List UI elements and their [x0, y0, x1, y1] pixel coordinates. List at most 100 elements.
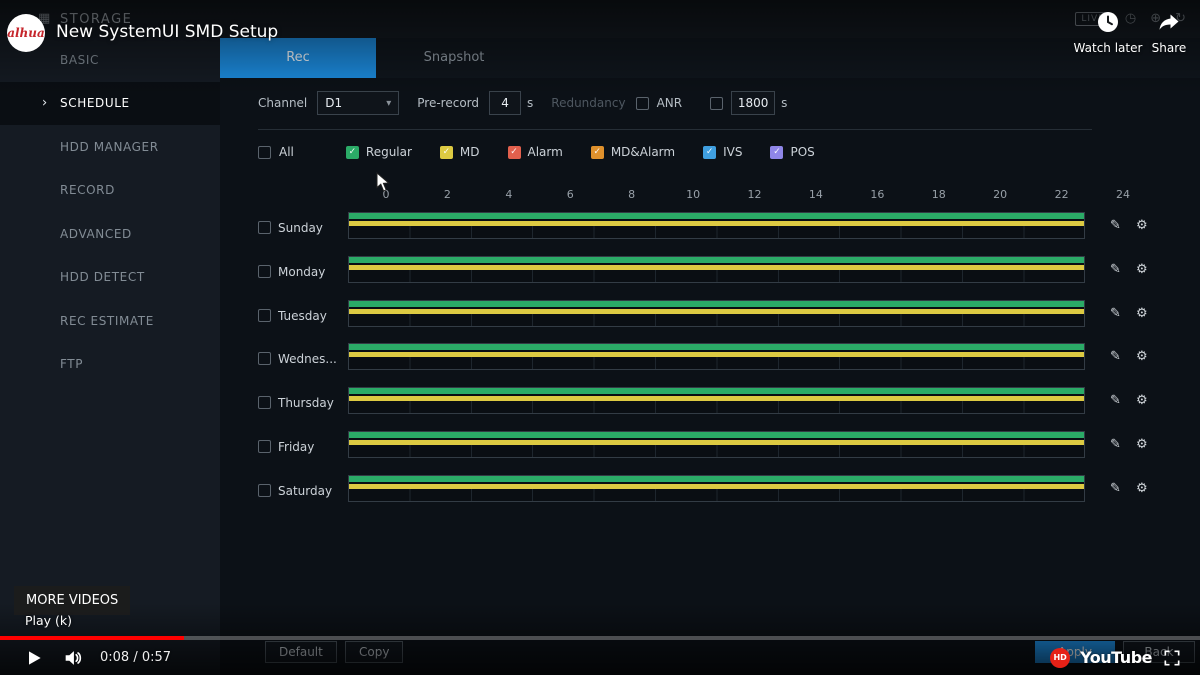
watch-later-button[interactable]: Watch later: [1073, 10, 1143, 55]
schedule-row-saturday: Saturday ✎ ⚙: [220, 469, 1200, 513]
hour-tick: 2: [444, 188, 451, 201]
sidebar-item-record[interactable]: RECORD: [0, 169, 220, 213]
settings-icon[interactable]: ⚙: [1136, 437, 1148, 452]
day-checkbox[interactable]: [258, 440, 271, 453]
controls-row: Channel D1 ▾ Pre-record s Redundancy ANR…: [258, 90, 805, 116]
day-checkbox[interactable]: [258, 352, 271, 365]
schedule-bar[interactable]: [348, 256, 1085, 283]
legend-item-alarm[interactable]: ✓Alarm: [508, 145, 563, 159]
legend-item-regular[interactable]: ✓ Regular: [346, 145, 412, 159]
alarm-checkbox[interactable]: ✓: [508, 146, 521, 159]
ivs-checkbox[interactable]: ✓: [703, 146, 716, 159]
sidebar-item-label: FTP: [60, 357, 83, 371]
all-checkbox[interactable]: [258, 146, 271, 159]
edit-icon[interactable]: ✎: [1110, 481, 1121, 496]
redundancy-label: Redundancy: [551, 96, 625, 110]
settings-icon[interactable]: ⚙: [1136, 393, 1148, 408]
schedule-bar[interactable]: [348, 475, 1085, 502]
hour-tick: 22: [1055, 188, 1069, 201]
sidebar-item-rec-estimate[interactable]: REC ESTIMATE: [0, 299, 220, 343]
tab-rec[interactable]: Rec: [220, 38, 376, 78]
edit-icon[interactable]: ✎: [1110, 306, 1121, 321]
anr-period-unit: s: [781, 96, 787, 110]
schedule-bar[interactable]: [348, 300, 1085, 327]
schedule-row-monday: Monday ✎ ⚙: [220, 250, 1200, 294]
sidebar-item-ftp[interactable]: FTP: [0, 343, 220, 387]
schedule-bar[interactable]: [348, 431, 1085, 458]
day-checkbox[interactable]: [258, 396, 271, 409]
sidebar-item-label: SCHEDULE: [60, 96, 130, 110]
schedule-row-wednesday: Wednes... ✎ ⚙: [220, 337, 1200, 381]
anr-period-checkbox[interactable]: [710, 97, 723, 110]
settings-icon[interactable]: ⚙: [1136, 218, 1148, 233]
edit-icon[interactable]: ✎: [1110, 437, 1121, 452]
settings-icon[interactable]: ⚙: [1136, 262, 1148, 277]
hd-badge: HD: [1050, 648, 1070, 668]
legend-label: Regular: [366, 145, 412, 159]
anr-period-input[interactable]: [731, 91, 775, 115]
legend-item-md[interactable]: ✓MD: [440, 145, 480, 159]
settings-icon[interactable]: ⚙: [1136, 349, 1148, 364]
day-checkbox[interactable]: [258, 221, 271, 234]
video-title[interactable]: New SystemUI SMD Setup: [56, 22, 278, 42]
md-checkbox[interactable]: ✓: [440, 146, 453, 159]
legend-item-ivs[interactable]: ✓IVS: [703, 145, 742, 159]
volume-button[interactable]: [62, 647, 84, 669]
day-label: Friday: [278, 440, 314, 454]
pre-record-label: Pre-record: [417, 96, 479, 110]
regular-checkbox[interactable]: ✓: [346, 146, 359, 159]
bar-grid: [349, 226, 1084, 238]
legend-item-mdalarm[interactable]: ✓ MD&Alarm: [591, 145, 675, 159]
schedule-rows: Sunday ✎ ⚙ Monday ✎ ⚙ Tuesday ✎: [220, 206, 1200, 513]
more-videos-button[interactable]: MORE VIDEOS: [14, 586, 130, 615]
day-checkbox[interactable]: [258, 309, 271, 322]
sidebar-item-hdd-detect[interactable]: HDD DETECT: [0, 256, 220, 300]
active-arrow-icon: ›: [42, 96, 48, 111]
pre-record-input[interactable]: [489, 91, 521, 115]
legend-row: All ✓ Regular ✓MD ✓Alarm ✓ MD&Alarm ✓IVS ✓…: [258, 145, 815, 159]
edit-icon[interactable]: ✎: [1110, 393, 1121, 408]
schedule-bar[interactable]: [348, 212, 1085, 239]
settings-icon[interactable]: ⚙: [1136, 481, 1148, 496]
settings-icon[interactable]: ⚙: [1136, 306, 1148, 321]
day-checkbox[interactable]: [258, 265, 271, 278]
schedule-row-sunday: Sunday ✎ ⚙: [220, 206, 1200, 250]
play-button[interactable]: [24, 648, 44, 668]
channel-avatar[interactable]: alhua: [7, 14, 45, 52]
player-controls: 0:08 / 0:57: [0, 640, 1200, 675]
sidebar-item-label: HDD DETECT: [60, 270, 145, 284]
hour-tick: 10: [686, 188, 700, 201]
sidebar-item-schedule[interactable]: › SCHEDULE: [0, 82, 220, 126]
watch-later-label: Watch later: [1073, 41, 1143, 55]
legend-label: POS: [790, 145, 814, 159]
youtube-logo[interactable]: YouTube: [1080, 648, 1152, 667]
main-content: Rec Snapshot Channel D1 ▾ Pre-record s R…: [220, 38, 1200, 675]
edit-icon[interactable]: ✎: [1110, 262, 1121, 277]
edit-icon[interactable]: ✎: [1110, 218, 1121, 233]
share-button[interactable]: Share: [1139, 10, 1199, 55]
sidebar-item-label: HDD MANAGER: [60, 140, 159, 154]
hour-tick: 24: [1116, 188, 1130, 201]
edit-icon[interactable]: ✎: [1110, 349, 1121, 364]
schedule-row-tuesday: Tuesday ✎ ⚙: [220, 294, 1200, 338]
day-label: Tuesday: [278, 309, 327, 323]
anr-checkbox[interactable]: [636, 97, 649, 110]
day-checkbox[interactable]: [258, 484, 271, 497]
channel-select[interactable]: D1 ▾: [317, 91, 399, 115]
schedule-row-friday: Friday ✎ ⚙: [220, 425, 1200, 469]
channel-logo-text: alhua: [7, 26, 45, 40]
legend-item-pos[interactable]: ✓ POS: [770, 145, 814, 159]
size-toggle-icon[interactable]: [1162, 648, 1182, 668]
sidebar-item-advanced[interactable]: ADVANCED: [0, 212, 220, 256]
tab-snapshot[interactable]: Snapshot: [376, 38, 532, 78]
mdalarm-checkbox[interactable]: ✓: [591, 146, 604, 159]
day-label: Thursday: [278, 396, 334, 410]
play-tooltip: Play (k): [25, 613, 72, 628]
pos-checkbox[interactable]: ✓: [770, 146, 783, 159]
play-icon: [24, 648, 44, 668]
schedule-bar[interactable]: [348, 387, 1085, 414]
schedule-bar[interactable]: [348, 343, 1085, 370]
legend-label: MD&Alarm: [611, 145, 675, 159]
sidebar-item-hdd-manager[interactable]: HDD MANAGER: [0, 125, 220, 169]
all-label: All: [279, 145, 294, 159]
